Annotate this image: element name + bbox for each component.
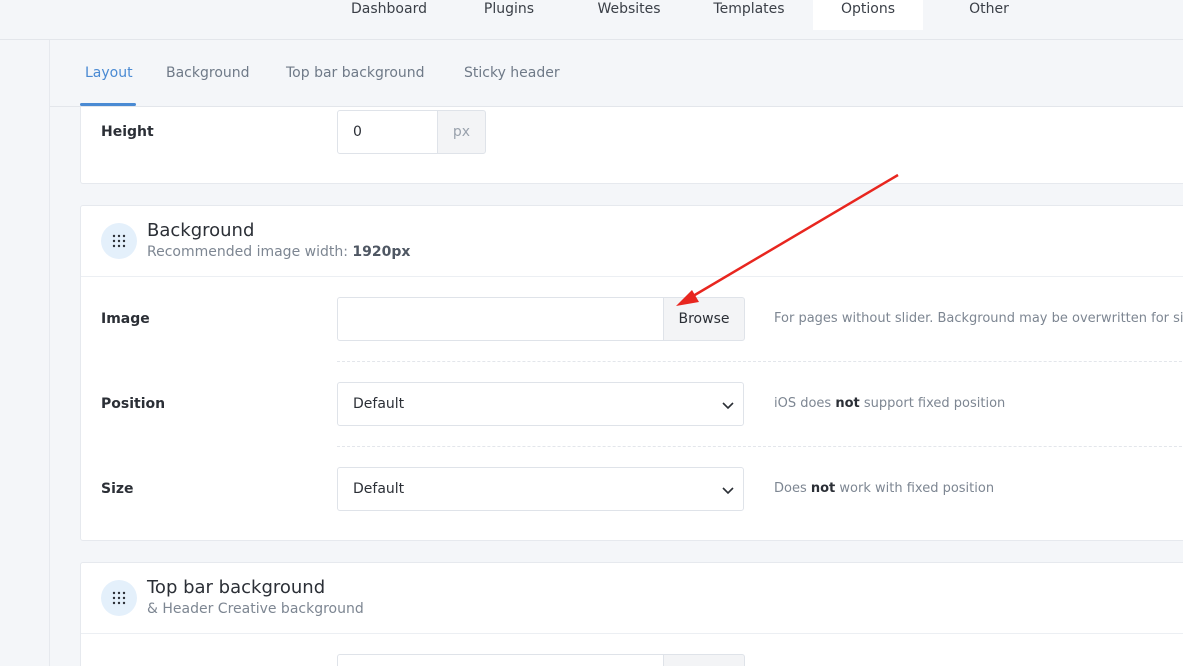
tab-sticky-header[interactable]: Sticky header	[464, 65, 560, 81]
position-select[interactable]: Default	[337, 382, 744, 426]
top-bar-background-title: Top bar background	[147, 577, 326, 598]
position-label: Position	[101, 396, 166, 412]
browse-button[interactable]: Browse	[663, 297, 745, 341]
section-divider	[81, 276, 1183, 277]
sub-tabs: Layout Background Top bar background Sti…	[50, 41, 1183, 107]
height-unit-addon: px	[437, 110, 486, 154]
section-divider	[81, 633, 1183, 634]
nav-websites[interactable]: Websites	[576, 0, 682, 30]
size-label: Size	[101, 481, 134, 497]
background-subtitle: Recommended image width: 1920px	[147, 244, 411, 260]
nav-other[interactable]: Other	[936, 0, 1042, 30]
nav-options[interactable]: Options	[813, 0, 923, 30]
image-help: For pages without slider. Background may…	[774, 311, 1183, 326]
image-input[interactable]: Browse	[337, 297, 745, 341]
position-value: Default	[353, 396, 405, 412]
nav-plugins[interactable]: Plugins	[456, 0, 562, 30]
grid-dots-icon	[101, 223, 137, 259]
background-title: Background	[147, 220, 255, 241]
height-label: Height	[101, 124, 154, 140]
tab-background[interactable]: Background	[166, 65, 250, 81]
top-navigation: Dashboard Plugins Websites Templates Opt…	[0, 0, 1183, 40]
size-help: Does not work with fixed position	[774, 481, 995, 496]
row-divider	[337, 446, 1183, 447]
layout-height-card: Height 0 px	[80, 107, 1183, 184]
chevron-down-icon	[721, 482, 735, 501]
top-bar-background-card: Top bar background & Header Creative bac…	[80, 562, 1183, 666]
size-value: Default	[353, 481, 405, 497]
position-help: iOS does not support fixed position	[774, 396, 1006, 411]
nav-templates[interactable]: Templates	[696, 0, 802, 30]
image-label: Image	[101, 311, 150, 327]
active-tab-indicator	[80, 103, 136, 106]
top-bar-image-input[interactable]	[337, 654, 745, 666]
left-sidebar	[0, 0, 50, 666]
tab-layout[interactable]: Layout	[85, 65, 133, 81]
top-bar-browse-button[interactable]	[663, 654, 745, 666]
nav-dashboard[interactable]: Dashboard	[336, 0, 442, 30]
top-bar-background-subtitle: & Header Creative background	[147, 601, 364, 617]
size-select[interactable]: Default	[337, 467, 744, 511]
tab-top-bar-background[interactable]: Top bar background	[286, 65, 425, 81]
grid-dots-icon	[101, 580, 137, 616]
row-divider	[337, 361, 1183, 362]
height-input[interactable]: 0 px	[337, 110, 486, 154]
background-card: Background Recommended image width: 1920…	[80, 205, 1183, 541]
height-value: 0	[353, 124, 362, 140]
chevron-down-icon	[721, 397, 735, 416]
